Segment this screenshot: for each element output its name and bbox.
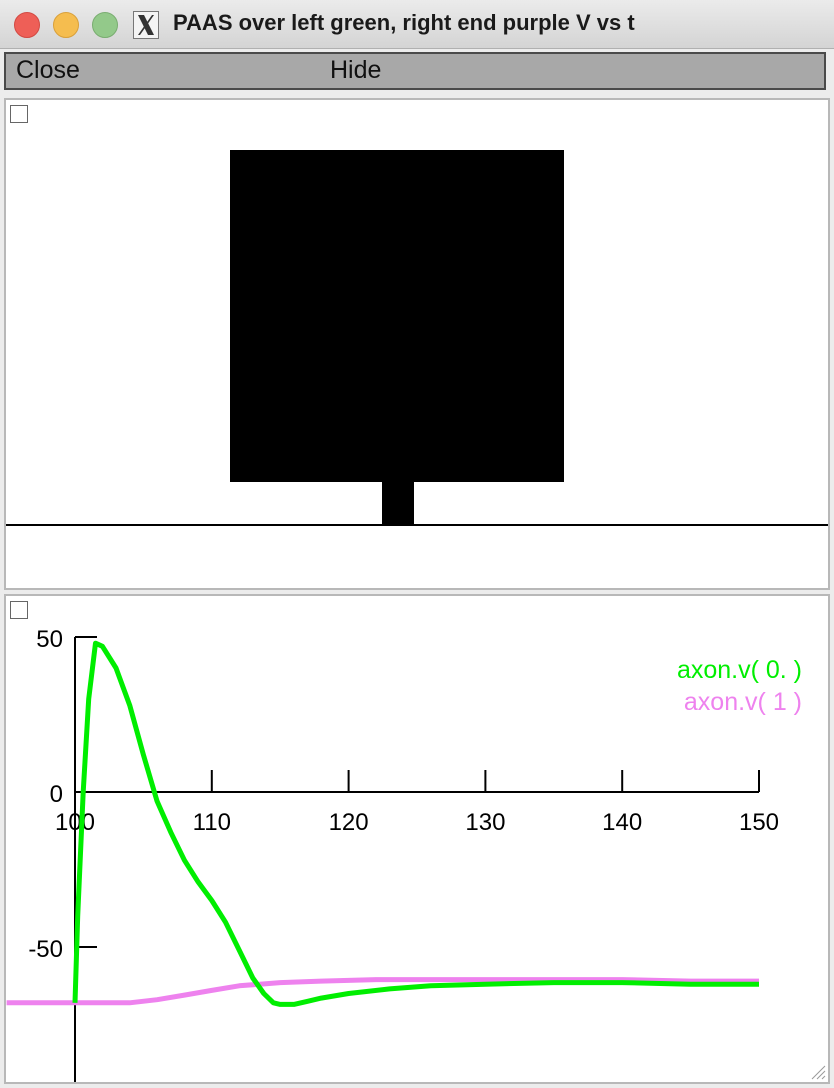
x11-icon: [133, 11, 159, 39]
x-tick-label: 150: [739, 809, 779, 836]
series-line: [72, 640, 759, 1007]
shape-canvas: [6, 150, 828, 526]
x-tick-label: 110: [193, 809, 231, 836]
close-menu-button[interactable]: Close: [16, 56, 80, 85]
voltage-graph: 100 110 120 130 140 150 50 0 -50 axon.v( 0. ) axo…: [6, 626, 802, 1082]
shape-panel: [4, 98, 830, 590]
hide-menu-button[interactable]: Hide: [330, 56, 381, 85]
legend-entry: axon.v( 0. ): [677, 656, 802, 684]
x-tick-label: 130: [465, 809, 505, 836]
y-tick-label: 50: [36, 626, 63, 653]
window-title: PAAS over left green, right end purple V…: [173, 10, 635, 35]
graph-panel: 100 110 120 130 140 150 50 0 -50 axon.v( 0. ) axo…: [4, 594, 830, 1084]
x-tick-label: 140: [602, 809, 642, 836]
x-tick-label: 120: [329, 809, 369, 836]
close-window-button[interactable]: [14, 12, 40, 38]
x-tick-label: 100: [55, 809, 95, 836]
zoom-window-button[interactable]: [92, 12, 118, 38]
title-bar: PAAS over left green, right end purple V…: [0, 0, 834, 49]
y-tick-label: 0: [50, 781, 63, 808]
soma-shape: [230, 150, 564, 482]
legend-entry: axon.v( 1 ): [684, 688, 802, 716]
minimize-window-button[interactable]: [53, 12, 79, 38]
axon-shape: [382, 482, 414, 526]
resize-grip-icon[interactable]: [806, 1060, 826, 1080]
y-tick-label: -50: [28, 936, 63, 963]
menu-bar: Close Hide: [4, 52, 826, 90]
